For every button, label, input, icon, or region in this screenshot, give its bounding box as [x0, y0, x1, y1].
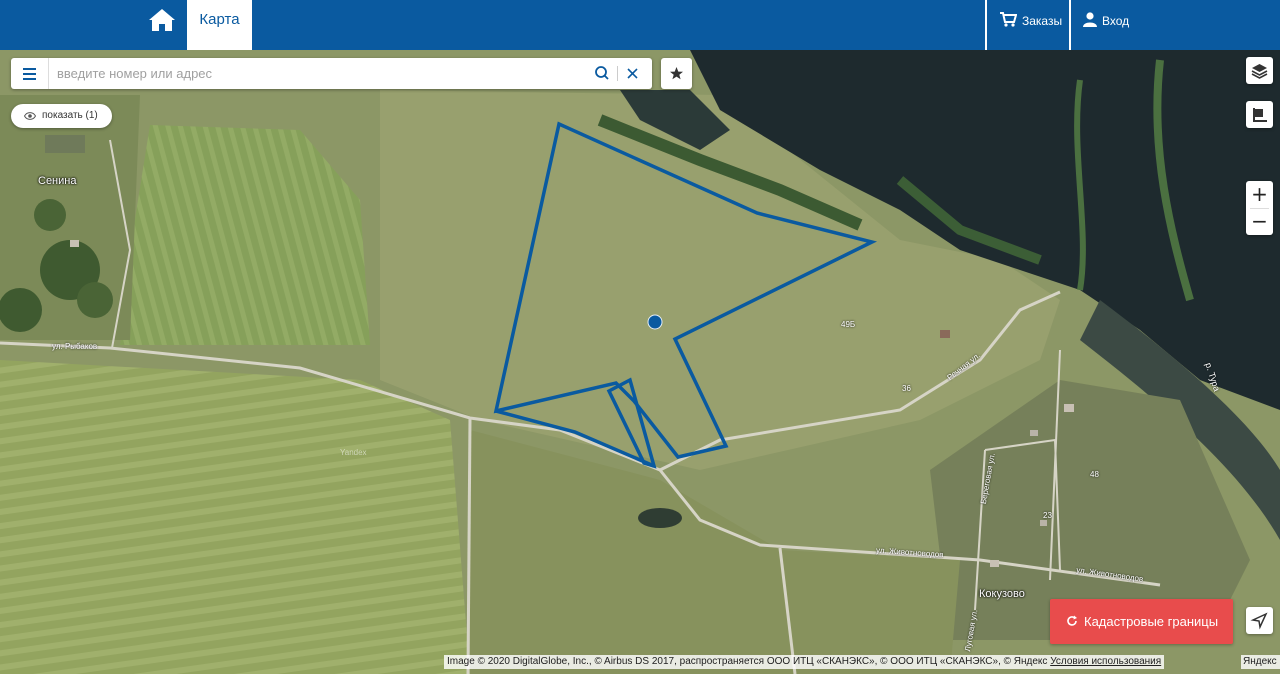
cadastral-borders-button[interactable]: Кадастровые границы — [1050, 599, 1233, 644]
layers-icon — [1251, 64, 1268, 79]
attribution-text: Image © 2020 DigitalGlobe, Inc., © Airbu… — [447, 656, 1051, 667]
ruler-icon — [1253, 108, 1267, 122]
locate-arrow-icon — [1250, 612, 1268, 630]
refresh-icon — [1067, 615, 1077, 626]
zoom-control: + − — [1246, 181, 1273, 235]
search-divider — [617, 66, 618, 81]
menu-button[interactable] — [11, 58, 49, 89]
top-navbar: Карта Заказы Вход — [0, 0, 1280, 50]
home-icon[interactable] — [148, 7, 176, 35]
login-link[interactable]: Вход — [1083, 0, 1129, 50]
terms-link[interactable]: Условия использования — [1050, 656, 1161, 667]
search-input[interactable] — [53, 58, 581, 89]
zoom-out-button[interactable]: − — [1246, 208, 1273, 235]
cadastral-borders-label: Кадастровые границы — [1084, 614, 1219, 629]
search-icon[interactable] — [594, 65, 610, 81]
layers-button[interactable] — [1246, 57, 1273, 84]
tab-map[interactable]: Карта — [187, 0, 252, 50]
login-label: Вход — [1102, 14, 1130, 28]
cart-icon — [1000, 12, 1017, 27]
hamburger-icon — [23, 68, 36, 80]
orders-link[interactable]: Заказы — [1000, 0, 1062, 50]
show-objects-label: показать (1) — [42, 110, 98, 121]
house-number-49b: 49Б — [841, 320, 856, 329]
show-objects-button[interactable]: показать (1) — [11, 104, 112, 128]
place-label-kokuzovo: Кокузово — [979, 588, 1025, 600]
close-icon[interactable] — [625, 66, 640, 81]
orders-label: Заказы — [1022, 14, 1063, 28]
favorites-button[interactable] — [661, 58, 692, 89]
yandex-brand: Яндекс — [1241, 655, 1280, 669]
house-number-36: 36 — [902, 384, 911, 393]
header-divider — [985, 0, 987, 50]
house-number-23: 23 — [1043, 511, 1052, 520]
zoom-in-button[interactable]: + — [1246, 181, 1273, 208]
search-bar — [11, 58, 652, 89]
eye-icon — [24, 112, 36, 120]
star-icon — [670, 67, 683, 80]
attribution: Image © 2020 DigitalGlobe, Inc., © Airbu… — [444, 655, 1165, 669]
parcel-marker[interactable] — [647, 314, 663, 330]
place-label-senina: Сенина — [38, 175, 77, 187]
locate-button[interactable] — [1246, 607, 1273, 634]
user-icon — [1083, 12, 1097, 27]
yandex-mark: Yandex — [340, 448, 367, 457]
street-label-rybakov: ул. Рыбаков — [52, 342, 98, 351]
house-number-48: 48 — [1090, 470, 1099, 479]
ruler-button[interactable] — [1246, 101, 1273, 128]
header-divider-2 — [1069, 0, 1071, 50]
map-canvas[interactable]: Сенина Кокузово р. Тура ул. Рыбаков Речн… — [0, 0, 1280, 674]
